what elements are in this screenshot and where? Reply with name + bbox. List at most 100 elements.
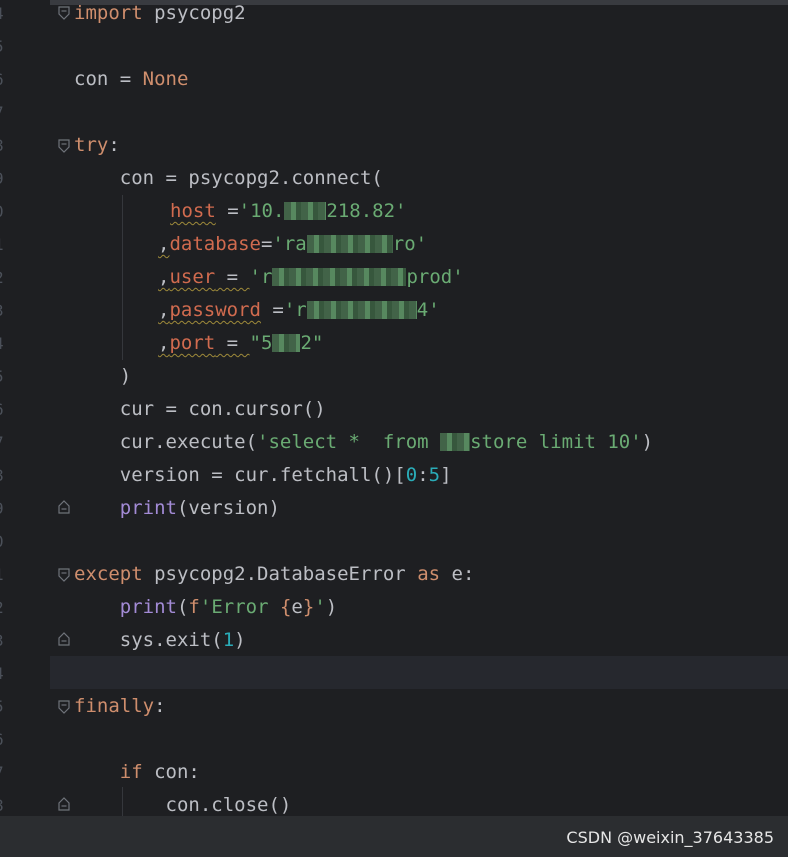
code-text: version = cur.fetchall()[ <box>74 464 406 486</box>
code-line[interactable]: ,password ='r 4' <box>158 294 440 327</box>
param-name: password <box>169 299 261 321</box>
string-literal: '10. <box>238 200 285 222</box>
code-text: = <box>215 332 250 354</box>
line-number: 1 <box>0 228 12 261</box>
line-number: 9 <box>0 162 12 195</box>
comma: , <box>158 299 170 321</box>
code-text: = <box>260 233 273 255</box>
bottom-bar: CSDN @weixin_37643385 <box>0 816 788 857</box>
fold-collapse-icon[interactable] <box>58 139 70 153</box>
line-number: 7 <box>0 426 12 459</box>
string-literal: 'ra <box>272 233 307 255</box>
line-number: 7 <box>0 96 12 129</box>
redacted-text <box>440 433 471 451</box>
code-line[interactable]: import psycopg2 <box>74 0 246 30</box>
code-text: ) <box>234 629 246 651</box>
keyword: if <box>119 761 143 783</box>
string-literal: 218.82' <box>326 200 407 222</box>
line-number: 1 <box>0 558 12 591</box>
code-text: : <box>417 464 429 486</box>
redacted-text <box>272 268 407 286</box>
fstring-prefix: f <box>188 596 200 618</box>
line-number: 3 <box>0 624 12 657</box>
line-number: 4 <box>0 657 12 690</box>
redacted-text <box>306 235 393 253</box>
number-literal: 1 <box>222 629 235 651</box>
number-literal: 0 <box>405 464 418 486</box>
line-number: 8 <box>0 129 12 162</box>
code-text: cur.execute( <box>74 431 258 453</box>
code-line[interactable]: cur.execute('select * from store limit 1… <box>74 426 653 459</box>
code-line[interactable]: finally: <box>74 690 166 723</box>
code-line[interactable]: con.close() <box>74 789 292 816</box>
code-line[interactable]: con = psycopg2.connect( <box>74 162 383 195</box>
code-line[interactable]: print(f'Error {e}') <box>74 591 337 624</box>
code-text: con = <box>74 68 143 90</box>
line-number: 8 <box>0 459 12 492</box>
code-text: : <box>154 695 166 717</box>
code-editor[interactable]: 4567890123456789012345678 import psycopg… <box>0 0 788 816</box>
line-number: 3 <box>0 294 12 327</box>
code-line[interactable]: ,port = "5 2" <box>158 327 323 360</box>
string-literal: 'r <box>249 266 273 288</box>
param-name: port <box>169 332 216 354</box>
line-number: 6 <box>0 723 12 756</box>
keyword: try <box>74 134 109 156</box>
keyword: except <box>74 563 143 585</box>
line-number: 9 <box>0 492 12 525</box>
string-literal: 'select * from <box>257 431 441 453</box>
builtin: print <box>119 596 177 618</box>
line-number: 7 <box>0 756 12 789</box>
code-line[interactable]: try: <box>74 129 120 162</box>
keyword: as <box>417 563 441 585</box>
code-text: con = psycopg2.connect( <box>74 167 383 189</box>
code-text: ) <box>74 365 132 387</box>
line-number: 4 <box>0 0 12 30</box>
code-line[interactable]: except psycopg2.DatabaseError as e: <box>74 558 474 591</box>
code-line[interactable]: version = cur.fetchall()[0:5] <box>74 459 452 492</box>
redacted-text <box>306 301 417 319</box>
string-literal: ' <box>314 596 326 618</box>
string-literal: "5 <box>249 332 273 354</box>
code-line[interactable]: cur = con.cursor() <box>74 393 326 426</box>
indent-guide <box>122 195 123 360</box>
line-number: 2 <box>0 261 12 294</box>
line-number: 5 <box>0 30 12 63</box>
line-number: 8 <box>0 789 12 816</box>
param-name: user <box>169 266 216 288</box>
code-text: = <box>215 200 239 222</box>
code-line[interactable]: ,user = 'r prod' <box>158 261 464 294</box>
line-number: 6 <box>0 63 12 96</box>
fold-end-icon[interactable] <box>58 797 70 811</box>
redacted-text <box>284 202 327 220</box>
fold-end-icon[interactable] <box>58 632 70 646</box>
code-line[interactable]: if con: <box>74 756 200 789</box>
code-text: : <box>108 134 120 156</box>
keyword: None <box>142 68 189 90</box>
fold-collapse-icon[interactable] <box>58 568 70 582</box>
code-text: con: <box>142 761 200 783</box>
code-line[interactable]: print(version) <box>74 492 280 525</box>
code-line[interactable]: host ='10. 218.82' <box>170 195 407 228</box>
string-literal: 4' <box>416 299 440 321</box>
fold-collapse-icon[interactable] <box>58 6 70 20</box>
comma: , <box>158 332 170 354</box>
redacted-text <box>272 334 301 352</box>
line-number: 0 <box>0 525 12 558</box>
code-line[interactable]: ,database='ra ro' <box>158 228 427 261</box>
fold-collapse-icon[interactable] <box>58 700 70 714</box>
param-name: host <box>170 200 216 222</box>
comma: , <box>158 266 170 288</box>
code-text: (version) <box>176 497 280 519</box>
fold-end-icon[interactable] <box>58 500 70 514</box>
line-number-gutter: 4567890123456789012345678 <box>0 0 50 816</box>
code-line[interactable]: ) <box>74 360 131 393</box>
code-line[interactable]: con = None <box>74 63 188 96</box>
number-literal: 5 <box>428 464 441 486</box>
code-text: ( <box>176 596 189 618</box>
code-text: e: <box>440 563 475 585</box>
string-literal: ro' <box>392 233 428 255</box>
code-line[interactable]: sys.exit(1) <box>74 624 246 657</box>
keyword: finally <box>74 695 155 717</box>
